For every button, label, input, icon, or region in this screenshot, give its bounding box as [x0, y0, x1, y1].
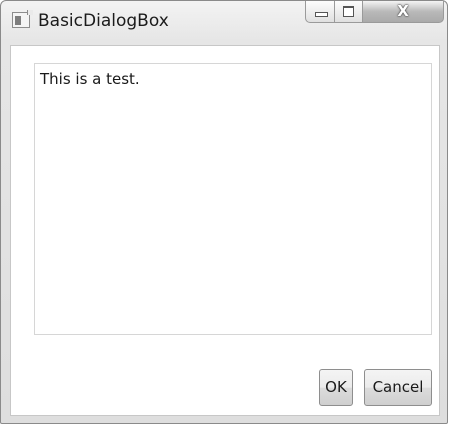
maximize-button[interactable]	[335, 1, 363, 23]
window-title: BasicDialogBox	[38, 11, 169, 31]
cancel-button[interactable]: Cancel	[364, 369, 432, 406]
dialog-window: BasicDialogBox X This is a test. OK Canc…	[0, 0, 448, 424]
caption-buttons: X	[305, 1, 444, 23]
close-button[interactable]: X	[363, 1, 444, 23]
text-input-area[interactable]: This is a test.	[34, 63, 432, 335]
app-window-icon[interactable]	[12, 10, 33, 28]
app-icon-block	[15, 16, 21, 25]
app-icon-corner	[27, 10, 33, 15]
maximize-icon	[343, 6, 354, 17]
minimize-button[interactable]	[305, 1, 335, 23]
minimize-icon	[315, 12, 328, 17]
dialog-content: This is a test. OK Cancel	[10, 45, 440, 416]
close-icon: X	[397, 2, 409, 20]
ok-button[interactable]: OK	[319, 369, 353, 406]
title-bar[interactable]: BasicDialogBox X	[1, 1, 447, 45]
